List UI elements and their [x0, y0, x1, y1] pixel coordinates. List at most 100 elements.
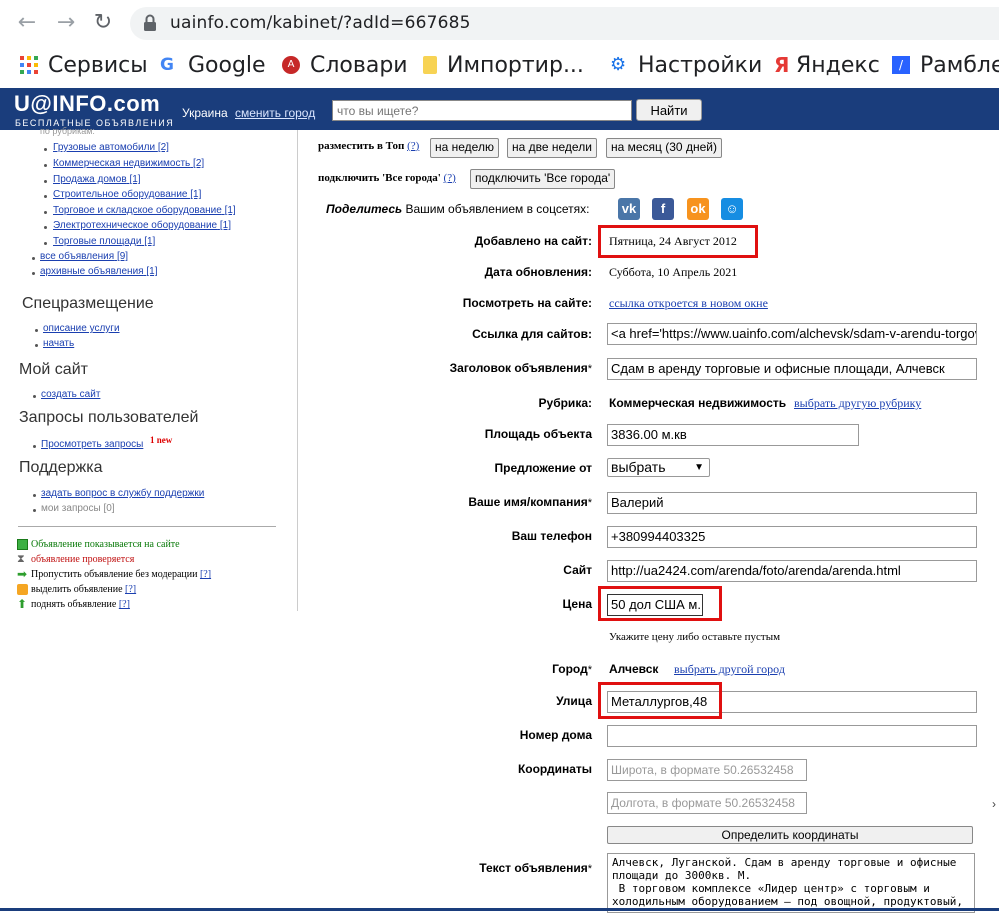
change-city-form-link[interactable]: выбрать другой город — [674, 662, 785, 677]
area-field[interactable]: 3836.00 м.кв — [607, 424, 859, 446]
house-number-field[interactable] — [607, 725, 977, 747]
offer-select[interactable]: выбрать ▼ — [607, 458, 710, 477]
vk-icon[interactable]: vk — [618, 198, 640, 220]
bookmark-dictionaries[interactable]: A Словари — [282, 50, 408, 80]
rubric-link[interactable]: Грузовые автомобили [2] — [53, 142, 169, 153]
up-arrow-icon: ⬆ — [17, 597, 28, 611]
latitude-field[interactable]: Широта, в формате 50.26532458 — [607, 759, 807, 781]
rubric-label: Рубрика: — [538, 396, 592, 410]
scroll-marker-icon: › — [992, 797, 996, 811]
dictionary-icon: A — [282, 56, 300, 74]
name-field[interactable]: Валерий — [607, 492, 977, 514]
bookmark-label: Словари — [310, 52, 408, 78]
special-start-link[interactable]: начать — [43, 338, 74, 349]
green-arrow-icon: ➡ — [17, 567, 28, 581]
search-button[interactable]: Найти — [636, 99, 702, 121]
added-label: Добавлено на сайт: — [474, 234, 592, 248]
rambler-icon: / — [892, 56, 910, 74]
support-question-link[interactable]: задать вопрос в службу поддержки — [41, 488, 204, 499]
longitude-field[interactable]: Долгота, в формате 50.26532458 — [607, 792, 807, 814]
sidebar-divider — [297, 130, 298, 611]
lock-icon — [144, 14, 156, 31]
help-link[interactable]: [?] — [200, 569, 211, 580]
title-label: Заголовок объявления* — [449, 361, 592, 375]
archive-ads-link[interactable]: архивные объявления [1] — [40, 266, 158, 277]
search-input[interactable] — [332, 100, 632, 121]
top-week-button[interactable]: на неделю — [430, 138, 499, 158]
street-label: Улица — [556, 694, 592, 708]
price-label: Цена — [562, 597, 592, 611]
help-link[interactable]: [?] — [119, 599, 130, 610]
updated-label: Дата обновления: — [484, 265, 592, 279]
yandex-icon: Я — [774, 53, 790, 77]
hourglass-icon: ⧗ — [17, 553, 25, 565]
site-link-field[interactable]: <a href='https://www.uainfo.com/alchevsk… — [607, 323, 977, 345]
top-placement-label: разместить в Топ (?) — [318, 140, 420, 152]
link-label: Ссылка для сайтов: — [472, 327, 592, 341]
highlight-box-added — [598, 225, 758, 258]
chevron-down-icon: ▼ — [694, 462, 704, 473]
create-site-link[interactable]: создать сайт — [41, 389, 100, 400]
top-two-weeks-button[interactable]: на две недели — [507, 138, 597, 158]
change-rubric-link[interactable]: выбрать другую рубрику — [794, 396, 921, 411]
all-ads-link[interactable]: все объявления [9] — [40, 251, 128, 262]
offer-label: Предложение от — [494, 461, 592, 475]
view-label: Посмотреть на сайте: — [462, 296, 592, 310]
legend-checking: ⧗ объявление проверяется — [17, 553, 135, 566]
determine-coords-button[interactable]: Определить координаты — [607, 826, 973, 844]
apps-grid-icon — [20, 56, 38, 74]
bookmark-label: Настройки — [638, 52, 763, 78]
site-logo[interactable]: U@INFO.com — [14, 91, 160, 117]
help-link[interactable]: [?] — [125, 584, 136, 595]
all-cities-button[interactable]: подключить 'Все города' — [470, 169, 616, 189]
rubrics-heading-cut: по рубрикам: — [40, 126, 95, 136]
requests-heading: Запросы пользователей — [19, 409, 199, 426]
back-arrow-icon[interactable]: ← — [16, 12, 38, 34]
help-link[interactable]: (?) — [407, 140, 419, 152]
coords-label: Координаты — [517, 762, 592, 776]
all-cities-label: подключить 'Все города' (?) — [318, 172, 456, 184]
rubric-link[interactable]: Строительное оборудование [1] — [53, 189, 201, 200]
my-requests-text: мои запросы [0] — [41, 503, 115, 514]
title-field[interactable]: Сдам в аренду торговые и офисные площади… — [607, 358, 977, 380]
change-city-link[interactable]: сменить город — [235, 106, 315, 120]
bookmark-rambler[interactable]: / Рамбле — [892, 50, 999, 80]
phone-label: Ваш телефон — [511, 529, 592, 543]
rubric-link[interactable]: Продажа домов [1] — [53, 174, 141, 185]
view-requests-link[interactable]: Просмотреть запросы — [41, 439, 143, 450]
phone-field[interactable]: +380994403325 — [607, 526, 977, 548]
city-label: Город* — [552, 662, 592, 676]
share-text: Поделитесь Вашим объявлением в соцсетях: — [326, 202, 590, 216]
ad-text-area[interactable]: Алчевск, Луганской. Сдам в аренду торгов… — [607, 853, 975, 913]
special-description-link[interactable]: описание услуги — [43, 323, 120, 334]
rubric-link[interactable]: Электротехническое оборудование [1] — [53, 220, 231, 231]
odnoklassniki-icon[interactable]: ok — [687, 198, 709, 220]
city-value: Алчевск — [609, 662, 659, 676]
name-label: Ваше имя/компания* — [468, 495, 592, 509]
highlight-box-price — [598, 586, 722, 621]
highlight-box-street — [598, 682, 722, 719]
rubric-link[interactable]: Торговые площади [1] — [53, 236, 155, 247]
url-text[interactable]: uainfo.com/kabinet/?adId=667685 — [170, 13, 471, 33]
bookmark-label: Сервисы — [48, 52, 148, 78]
mysite-heading: Мой сайт — [19, 361, 88, 378]
reload-icon[interactable]: ↻ — [92, 12, 114, 34]
legend-raise: ⬆ поднять объявление [?] — [17, 597, 130, 611]
area-label: Площадь объекта — [484, 427, 592, 441]
moimir-icon[interactable]: ☺ — [721, 198, 743, 220]
view-on-site-link[interactable]: ссылка откроется в новом окне — [609, 296, 768, 311]
bookmark-yandex[interactable]: Я Яндекс — [774, 50, 880, 80]
facebook-icon[interactable]: f — [652, 198, 674, 220]
bookmark-google[interactable]: G Google — [160, 50, 266, 80]
special-heading: Спецразмещение — [22, 295, 154, 312]
help-link[interactable]: (?) — [444, 172, 456, 184]
bookmark-imported[interactable]: Импортир... — [423, 50, 584, 80]
forward-arrow-icon[interactable]: → — [55, 12, 77, 34]
site-field[interactable]: http://ua2424.com/arenda/foto/arenda/are… — [607, 560, 977, 582]
house-label: Номер дома — [519, 728, 592, 742]
rubric-link[interactable]: Коммерческая недвижимость [2] — [53, 158, 204, 169]
top-month-button[interactable]: на месяц (30 дней) — [606, 138, 722, 158]
bookmark-settings[interactable]: ⚙ Настройки — [610, 50, 762, 80]
bookmark-services[interactable]: Сервисы — [20, 50, 148, 80]
rubric-link[interactable]: Торговое и складское оборудование [1] — [53, 205, 236, 216]
